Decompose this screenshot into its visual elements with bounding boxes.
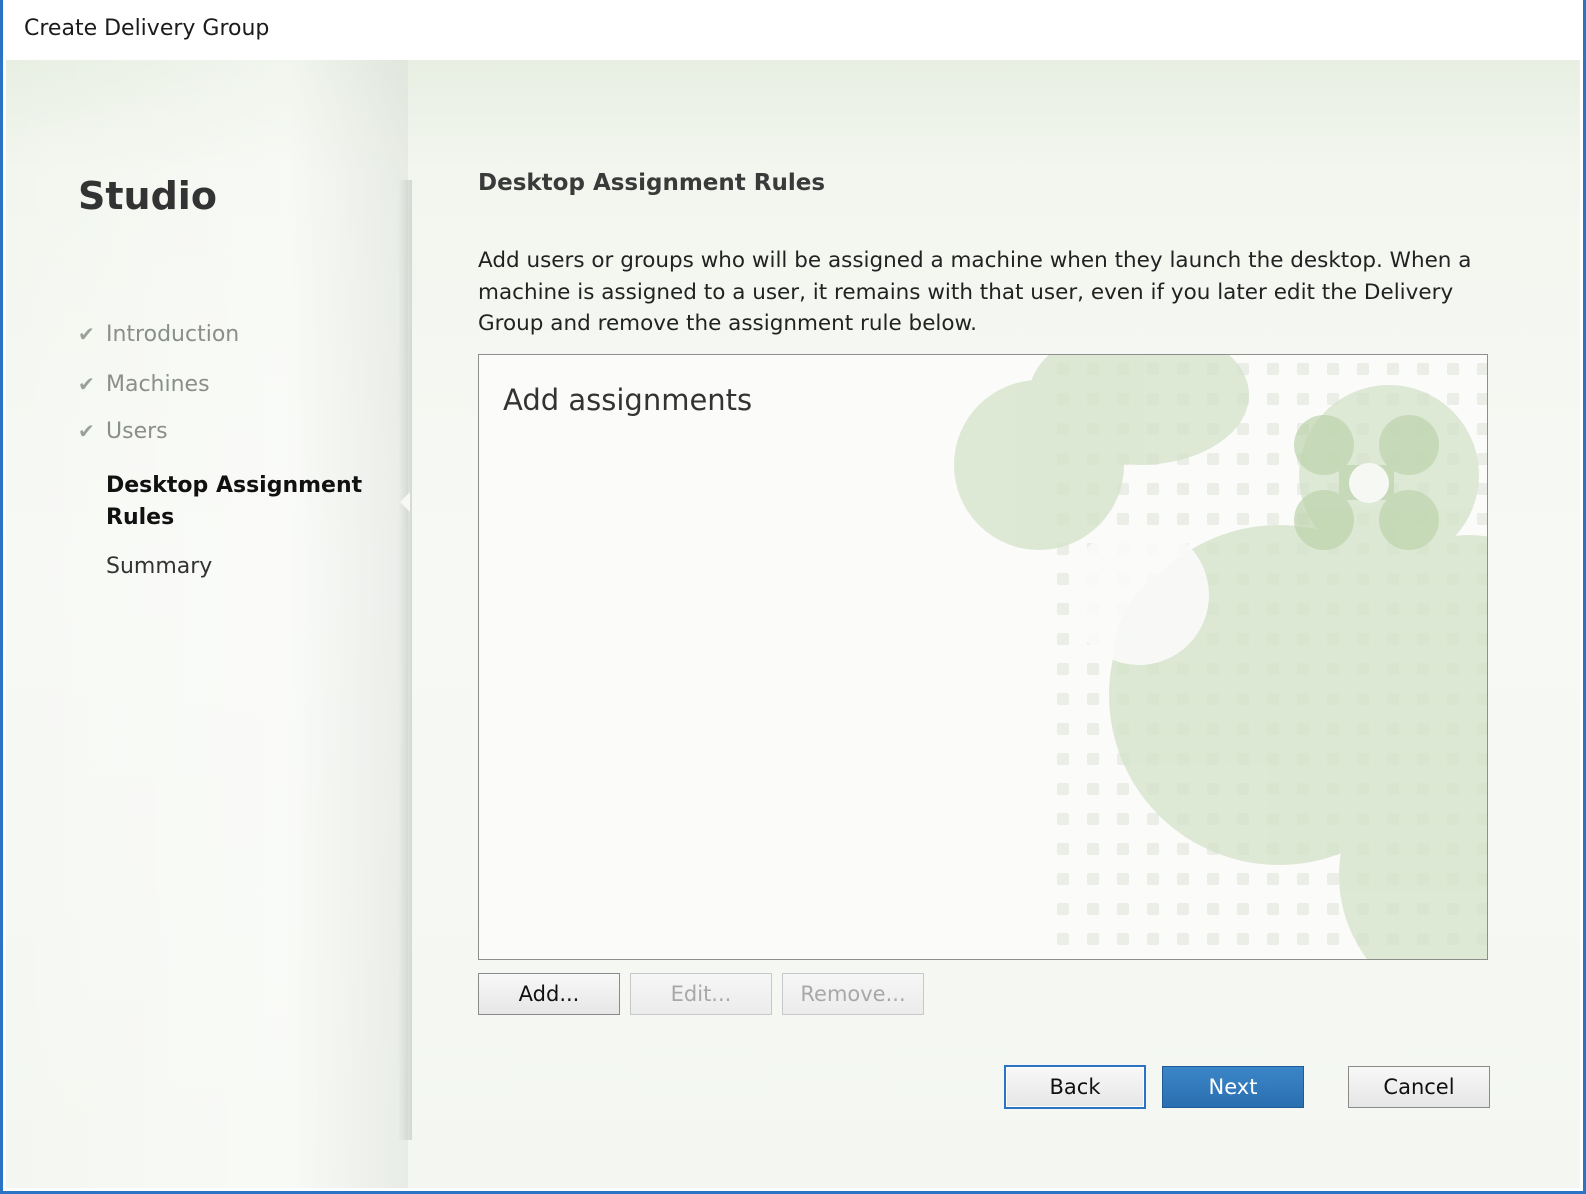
back-button[interactable]: Back	[1004, 1065, 1146, 1109]
sidebar-brand: Studio	[78, 174, 217, 218]
current-step-pointer-icon	[400, 492, 410, 512]
step-label: Introduction	[106, 322, 240, 347]
sidebar-divider	[398, 180, 412, 1140]
checkmark-icon: ✔	[78, 322, 95, 346]
add-button[interactable]: Add...	[478, 973, 620, 1015]
wizard-sidebar	[6, 60, 408, 1188]
page-description: Add users or groups who will be assigned…	[478, 248, 1472, 336]
list-placeholder: Add assignments	[503, 383, 753, 417]
assignments-list[interactable]: Add assignments	[478, 354, 1488, 960]
step-label: Users	[106, 419, 168, 444]
step-summary: Summary	[106, 554, 212, 579]
step-introduction: ✔ Introduction	[78, 322, 239, 347]
step-desktop-assignment-rules: Desktop Assignment Rules	[106, 470, 366, 534]
checkmark-icon: ✔	[78, 419, 95, 443]
title-bar[interactable]: Create Delivery Group	[6, 0, 1580, 60]
step-label: Summary	[106, 554, 213, 579]
step-users: ✔ Users	[78, 419, 168, 444]
step-label: Machines	[106, 372, 210, 397]
checkmark-icon: ✔	[78, 372, 95, 396]
next-button[interactable]: Next	[1162, 1066, 1304, 1108]
citrix-watermark-icon	[954, 355, 1487, 959]
cancel-button[interactable]: Cancel	[1348, 1066, 1490, 1108]
edit-button[interactable]: Edit...	[630, 973, 772, 1015]
page-heading: Desktop Assignment Rules	[478, 170, 826, 196]
step-machines: ✔ Machines	[78, 372, 210, 397]
step-label: Desktop Assignment Rules	[106, 473, 363, 530]
dialog-window: Create Delivery Group Studio ✔ Introducti…	[0, 0, 1586, 1194]
dialog-client-area: Studio ✔ Introduction ✔ Machines ✔ Users De…	[6, 60, 1580, 1188]
window-title: Create Delivery Group	[24, 16, 270, 41]
remove-button[interactable]: Remove...	[782, 973, 924, 1015]
